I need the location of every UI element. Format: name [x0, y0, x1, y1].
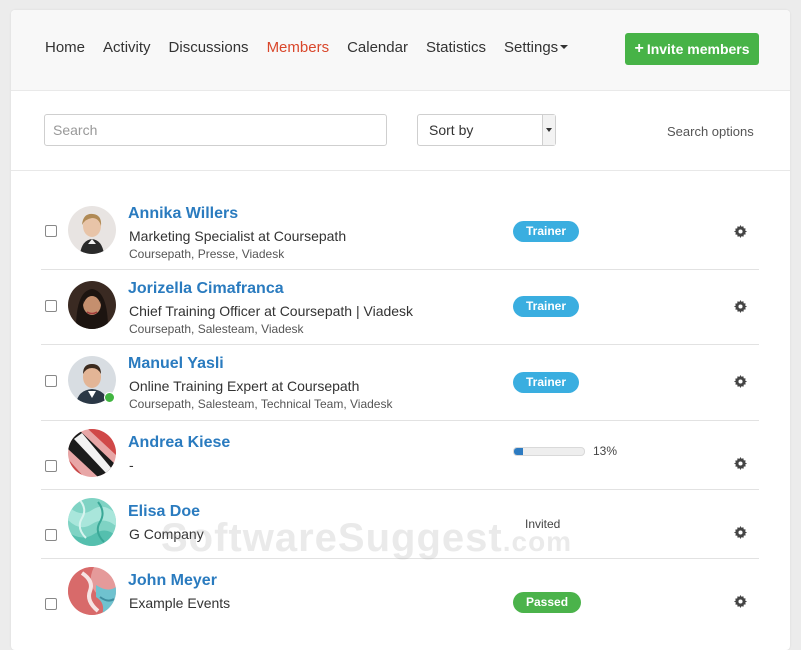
- avatar[interactable]: [68, 498, 116, 546]
- status-badge: Passed: [513, 592, 582, 613]
- nav-home[interactable]: Home: [45, 39, 85, 56]
- avatar-image: [68, 429, 116, 477]
- member-row: Jorizella Cimafranca Chief Training Offi…: [41, 269, 759, 345]
- nav-discussions[interactable]: Discussions: [169, 39, 249, 56]
- avatar[interactable]: [68, 206, 116, 254]
- member-name[interactable]: Manuel Yasli: [128, 355, 224, 373]
- avatar-image: [68, 498, 116, 546]
- gear-icon[interactable]: [734, 375, 747, 388]
- progress-bar: [513, 447, 585, 456]
- status-badge: Trainer: [513, 296, 580, 317]
- gear-icon[interactable]: [734, 225, 747, 238]
- nav-calendar[interactable]: Calendar: [347, 39, 408, 56]
- nav-statistics[interactable]: Statistics: [426, 39, 486, 56]
- status-badge: Trainer: [513, 221, 580, 242]
- member-row: Andrea Kiese - 13%: [41, 420, 759, 490]
- gear-icon[interactable]: [734, 526, 747, 539]
- member-select-checkbox[interactable]: [45, 598, 57, 610]
- avatar[interactable]: [68, 567, 116, 615]
- member-select-checkbox[interactable]: [45, 225, 57, 237]
- avatar[interactable]: [68, 429, 116, 477]
- member-title: Online Training Expert at Coursepath: [129, 378, 360, 394]
- member-title: Chief Training Officer at Coursepath | V…: [129, 303, 414, 319]
- chevron-down-icon: [560, 45, 569, 50]
- members-panel: Home Activity Discussions Members Calend…: [11, 10, 790, 650]
- avatar-image: [68, 281, 116, 329]
- member-row: Annika Willers Marketing Specialist at C…: [41, 186, 759, 270]
- search-options-link[interactable]: Search options: [667, 124, 754, 139]
- member-row: Manuel Yasli Online Training Expert at C…: [41, 344, 759, 421]
- member-title: G Company: [129, 526, 204, 542]
- avatar[interactable]: [68, 281, 116, 329]
- member-select-checkbox[interactable]: [45, 460, 57, 472]
- progress-percent: 13%: [593, 444, 618, 458]
- member-row: Elisa Doe G Company Invited: [41, 489, 759, 559]
- divider: [11, 170, 790, 171]
- nav-settings-label: Settings: [503, 39, 559, 56]
- invite-members-label: Invite members: [646, 41, 750, 57]
- member-row: John Meyer Example Events Passed: [41, 558, 759, 628]
- status-badge: Trainer: [513, 372, 580, 393]
- member-title: Marketing Specialist at Coursepath: [129, 228, 347, 244]
- member-name[interactable]: Annika Willers: [128, 205, 238, 223]
- gear-icon[interactable]: [734, 300, 747, 313]
- member-groups: Coursepath, Salesteam, Viadesk: [129, 322, 304, 336]
- member-name[interactable]: Jorizella Cimafranca: [128, 280, 284, 298]
- search-input[interactable]: [44, 114, 387, 146]
- member-name[interactable]: John Meyer: [128, 572, 217, 590]
- invite-members-button[interactable]: + Invite members: [625, 33, 759, 65]
- sort-by-label: Sort by: [429, 122, 474, 138]
- nav-settings[interactable]: Settings: [503, 39, 569, 56]
- gear-icon[interactable]: [734, 457, 747, 470]
- avatar-image: [68, 567, 116, 615]
- member-name[interactable]: Andrea Kiese: [128, 434, 230, 452]
- member-name[interactable]: Elisa Doe: [128, 503, 200, 521]
- plus-icon: +: [634, 40, 644, 57]
- member-select-checkbox[interactable]: [45, 375, 57, 387]
- progress-bar-fill: [514, 448, 524, 455]
- main-nav: Home Activity Discussions Members Calend…: [45, 39, 586, 56]
- avatar-image: [68, 206, 116, 254]
- member-title: Example Events: [129, 595, 231, 611]
- member-groups: Coursepath, Salesteam, Technical Team, V…: [129, 397, 393, 411]
- status-text: Invited: [525, 517, 561, 531]
- nav-members[interactable]: Members: [267, 39, 330, 56]
- nav-activity[interactable]: Activity: [103, 39, 151, 56]
- member-title: -: [129, 457, 134, 473]
- chevron-down-icon: [542, 115, 555, 145]
- member-select-checkbox[interactable]: [45, 529, 57, 541]
- member-select-checkbox[interactable]: [45, 300, 57, 312]
- online-status-indicator: [104, 392, 115, 403]
- member-groups: Coursepath, Presse, Viadesk: [129, 247, 285, 261]
- sort-by-select[interactable]: Sort by: [417, 114, 556, 146]
- gear-icon[interactable]: [734, 595, 747, 608]
- top-navigation-bar: Home Activity Discussions Members Calend…: [11, 10, 790, 91]
